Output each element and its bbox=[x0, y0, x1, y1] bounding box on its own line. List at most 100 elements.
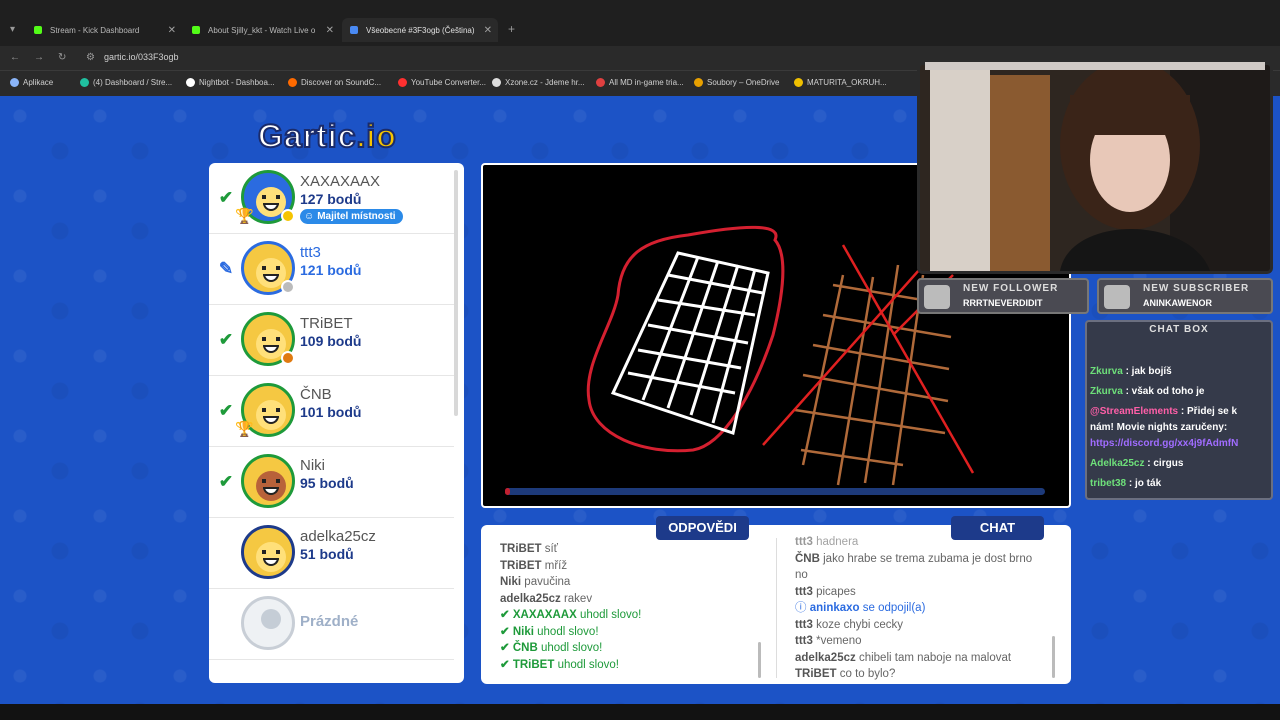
players-scrollbar[interactable] bbox=[454, 170, 458, 416]
chat-line: ttt3 picapes bbox=[795, 584, 1050, 601]
chat-user: ČNB bbox=[795, 552, 820, 565]
bookmark-2[interactable]: Nightbot - Dashboa... bbox=[186, 78, 275, 87]
answer-text: uhodl slovo! bbox=[557, 658, 619, 671]
answers-list: TRiBET síť TRiBET mříž Niki pavučina adelka… bbox=[500, 541, 641, 673]
chat-user: ttt3 bbox=[795, 618, 813, 631]
check-icon: ✔ bbox=[500, 642, 513, 654]
answer-line: ✔ ČNB uhodl slovo! bbox=[500, 640, 641, 657]
bookmark-6[interactable]: All MD in-game tria... bbox=[596, 78, 684, 87]
player-row[interactable]: adelka25cz 51 bodů bbox=[209, 518, 454, 589]
site-info-icon[interactable]: ⚙ bbox=[86, 52, 95, 63]
stream-chat-box: CHAT BOX Zkurva : jak bojíš Zkurva : však… bbox=[1085, 320, 1273, 500]
answer-user: XAXAXAAX bbox=[512, 609, 577, 621]
avatar-eyes bbox=[262, 195, 280, 199]
chat-scrollbar[interactable] bbox=[1052, 636, 1055, 678]
answer-user: Niki bbox=[500, 576, 522, 588]
bookmark-favicon-icon bbox=[694, 78, 703, 87]
subscriber-icon bbox=[1104, 285, 1130, 309]
tab-label: About Sjilly_kkt - Watch Live o bbox=[208, 25, 316, 35]
player-row[interactable]: Prázdné bbox=[209, 589, 454, 660]
stream-chat-line: https://discord.gg/xx4j9fAdmfN bbox=[1090, 438, 1238, 449]
chat-user: ttt3 bbox=[795, 536, 813, 548]
chat-text: *vemeno bbox=[816, 635, 862, 647]
status-dot bbox=[281, 280, 295, 294]
chat-line: ČNB jako hrabe se trema zubama je dost b… bbox=[795, 551, 1050, 568]
bookmark-0[interactable]: Aplikace bbox=[10, 78, 53, 87]
answer-line: Niki pavučina bbox=[500, 574, 641, 591]
bookmark-favicon-icon bbox=[492, 78, 501, 87]
chat-text: se odpojil(a) bbox=[862, 602, 926, 614]
player-row[interactable]: ✔ XAXAXAAX 127 bodů ☺ Majitel místnosti 🏆 bbox=[209, 163, 454, 234]
chat-line: ttt3 *vemeno bbox=[795, 633, 1050, 650]
gartic-logo[interactable]: Gartic.io bbox=[257, 117, 397, 155]
player-points: 95 bodů bbox=[300, 475, 354, 491]
answer-line: TRiBET mříž bbox=[500, 558, 641, 575]
stream-chat-line: nám! Movie nights zaručeny: bbox=[1090, 422, 1227, 433]
bookmark-favicon-icon bbox=[80, 78, 89, 87]
player-row[interactable]: ✎ ttt3 121 bodů bbox=[209, 234, 454, 305]
tab-about-sjilly[interactable]: About Sjilly_kkt - Watch Live o ✕ bbox=[184, 18, 340, 42]
tab-kick-dashboard[interactable]: Stream - Kick Dashboard ✕ bbox=[26, 18, 182, 42]
avatar-face bbox=[256, 471, 286, 501]
reload-icon[interactable]: ↻ bbox=[58, 52, 66, 63]
forward-icon[interactable]: → bbox=[34, 52, 44, 63]
chat-list: ttt3 hadnera ČNB jako hrabe se trema zuba… bbox=[795, 534, 1050, 683]
bookmark-3[interactable]: Discover on SoundC... bbox=[288, 78, 381, 87]
stream-chat-user: tribet38 bbox=[1090, 478, 1127, 489]
new-follower-alert: NEW FOLLOWER RRRTNEVERDIDIT bbox=[917, 278, 1089, 314]
stream-chat-user: Adelka25cz bbox=[1090, 458, 1145, 469]
owner-badge-label: Majitel místnosti bbox=[317, 211, 396, 222]
new-tab-button[interactable]: + bbox=[508, 22, 515, 36]
round-timer-bar bbox=[505, 488, 1045, 495]
player-name: TRiBET bbox=[300, 315, 353, 332]
player-row[interactable]: ✔ TRiBET 109 bodů bbox=[209, 305, 454, 376]
answer-text: pavučina bbox=[524, 576, 571, 588]
taskbar-strip bbox=[0, 704, 1280, 720]
stream-chat-text: : cirgus bbox=[1147, 458, 1184, 469]
webcam-top-strip bbox=[925, 62, 1265, 70]
tab-answers[interactable]: ODPOVĚDI bbox=[656, 516, 749, 540]
answers-scrollbar[interactable] bbox=[758, 642, 761, 678]
chat-text: co to bylo? bbox=[839, 668, 896, 680]
avatar-face bbox=[261, 609, 281, 629]
browser-tab-bar: ▾ Stream - Kick Dashboard ✕ About Sjilly… bbox=[0, 0, 1280, 46]
check-icon: ✔ bbox=[218, 330, 234, 349]
bookmark-label: Nightbot - Dashboa... bbox=[199, 78, 275, 87]
player-row[interactable]: ✔ ČNB 101 bodů 🏆 bbox=[209, 376, 454, 447]
player-row[interactable]: ✔ Niki 95 bodů bbox=[209, 447, 454, 518]
player-points: 127 bodů bbox=[300, 191, 362, 207]
bookmark-8[interactable]: MATURITA_OKRUH... bbox=[794, 78, 887, 87]
tab-list-icon[interactable]: ▾ bbox=[10, 24, 15, 35]
check-icon: ✔ bbox=[218, 401, 234, 420]
heart-icon bbox=[924, 285, 950, 309]
chat-user: ttt3 bbox=[795, 585, 813, 598]
close-tab-icon[interactable]: ✕ bbox=[484, 25, 492, 36]
bookmark-label: Aplikace bbox=[23, 78, 54, 87]
bookmark-label: YouTube Converter... bbox=[411, 78, 487, 87]
url-field[interactable]: gartic.io/033F3ogb bbox=[104, 52, 179, 62]
webcam-feed bbox=[920, 65, 1270, 271]
avatar-face bbox=[256, 542, 286, 572]
chat-line: no bbox=[795, 567, 1050, 584]
stream-chat-user: @StreamElements bbox=[1090, 406, 1179, 417]
close-tab-icon[interactable]: ✕ bbox=[168, 25, 176, 36]
chat-line: TRiBET co to bylo? bbox=[795, 666, 1050, 683]
chat-box-title: CHAT BOX bbox=[1149, 324, 1209, 335]
avatar-eyes bbox=[262, 266, 280, 270]
stream-chat-text: nám! Movie nights zaručeny: bbox=[1090, 422, 1228, 433]
pencil-icon: ✎ bbox=[218, 259, 234, 278]
trophy-icon: 🏆 bbox=[235, 208, 254, 225]
bookmark-5[interactable]: Xzone.cz - Jdeme hr... bbox=[492, 78, 585, 87]
close-tab-icon[interactable]: ✕ bbox=[326, 25, 334, 36]
bookmark-4[interactable]: YouTube Converter... bbox=[398, 78, 486, 87]
back-icon[interactable]: ← bbox=[10, 52, 20, 63]
answer-user: adelka25cz bbox=[500, 592, 561, 605]
bookmark-7[interactable]: Soubory – OneDrive bbox=[694, 78, 779, 87]
answer-text: síť bbox=[544, 543, 558, 555]
player-points: 101 bodů bbox=[300, 404, 362, 420]
bookmark-label: (4) Dashboard / Stre... bbox=[93, 78, 173, 87]
bookmark-1[interactable]: (4) Dashboard / Stre... bbox=[80, 78, 172, 87]
answer-line: adelka25cz rakev bbox=[500, 591, 641, 608]
check-icon: ✔ bbox=[218, 188, 234, 207]
tab-gartic[interactable]: Všeobecné #3F3ogb (Čeština) ✕ bbox=[342, 18, 498, 42]
